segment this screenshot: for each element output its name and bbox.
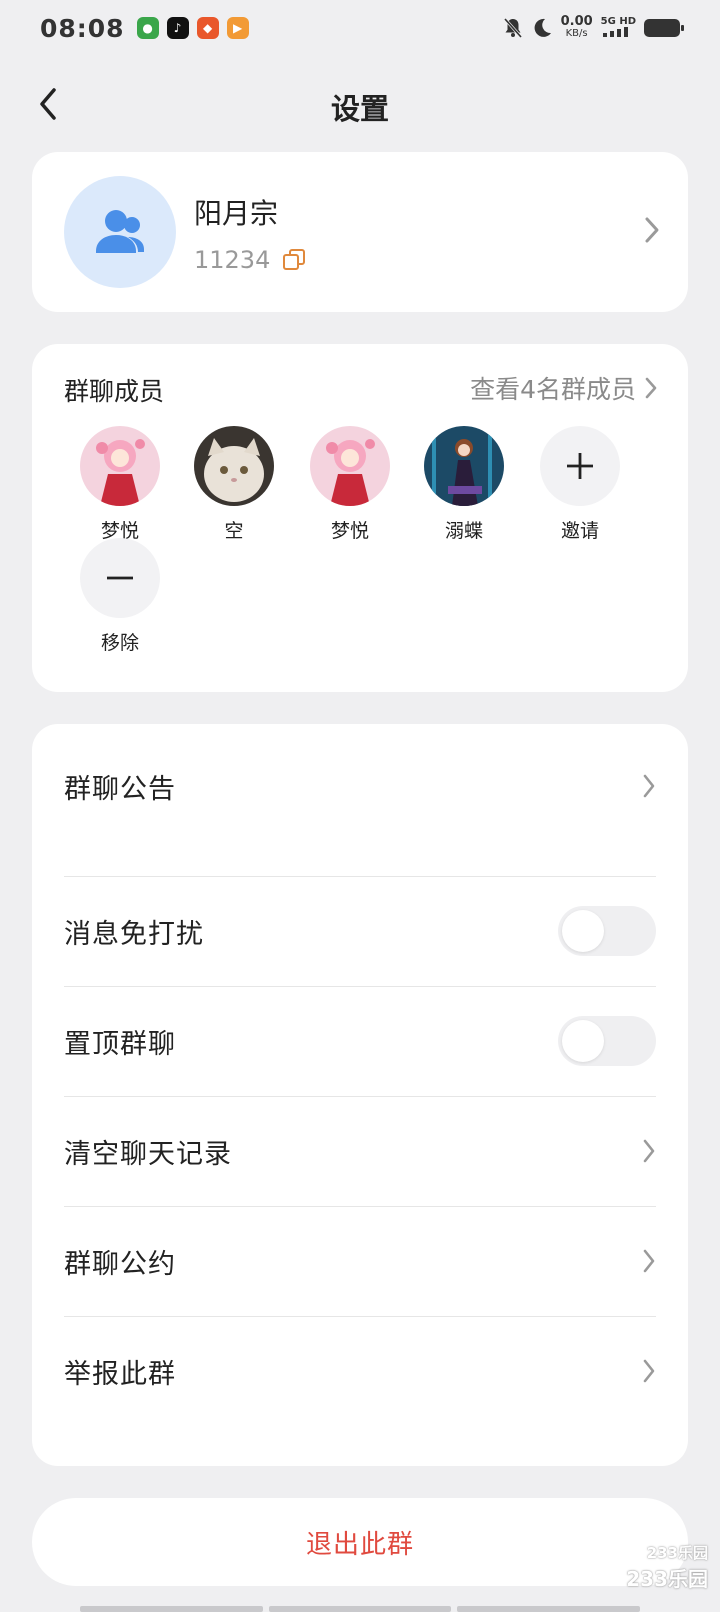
group-avatar	[64, 176, 176, 288]
battery-icon	[644, 19, 684, 37]
plus-icon	[567, 453, 593, 479]
anime-girl-avatar	[310, 426, 390, 506]
group-rules-label: 群聊公约	[64, 1248, 176, 1280]
cat-avatar	[194, 426, 274, 506]
food-app-icon: ◆	[196, 17, 219, 39]
settings-card: 群聊公告 消息免打扰 置顶群聊 清空聊天记录 群聊公约 举报此群	[32, 724, 688, 1466]
view-all-members-link[interactable]: 查看4名群成员	[470, 370, 658, 406]
copy-icon[interactable]	[282, 248, 306, 272]
title-bar: 设置	[0, 70, 720, 140]
chevron-right-icon	[643, 1139, 655, 1163]
report-group-row[interactable]: 举报此群	[64, 1316, 656, 1426]
member-name: 空	[224, 520, 244, 542]
pin-chat-toggle[interactable]	[558, 1016, 656, 1066]
chevron-right-icon	[643, 774, 655, 798]
member-item[interactable]: 梦悦	[300, 426, 400, 543]
remove-member-button[interactable]: 移除	[70, 538, 170, 655]
mute-notifications-toggle[interactable]	[558, 906, 656, 956]
group-name: 阳月宗	[194, 197, 279, 230]
mute-bell-icon	[503, 18, 522, 38]
watermark: 233乐园 233乐园	[626, 1544, 708, 1591]
pin-chat-row: 置顶群聊	[64, 986, 656, 1096]
status-time: 08:08	[40, 13, 125, 43]
dancer-avatar	[424, 426, 504, 506]
group-announcement-label: 群聊公告	[64, 773, 176, 805]
add-icon-wrapper	[540, 426, 620, 506]
moon-icon	[534, 18, 551, 37]
group-announcement-row[interactable]: 群聊公告	[64, 730, 656, 842]
members-section-title: 群聊成员	[64, 377, 165, 406]
group-profile-card[interactable]: 阳月宗 11234	[32, 152, 688, 312]
mute-notifications-label: 消息免打扰	[64, 918, 204, 950]
clear-history-row[interactable]: 清空聊天记录	[64, 1096, 656, 1206]
member-item[interactable]: 空	[184, 426, 284, 543]
page-title: 设置	[330, 92, 389, 126]
chevron-right-icon	[645, 217, 659, 243]
member-name: 溺蝶	[444, 520, 483, 542]
pin-chat-label: 置顶群聊	[64, 1028, 176, 1060]
tiktok-icon: ♪	[166, 17, 189, 39]
group-members-card: 群聊成员 查看4名群成员 梦悦 空 梦悦 溺蝶 邀请 移除	[32, 344, 688, 692]
minus-icon	[107, 576, 133, 580]
anime-girl-avatar	[80, 426, 160, 506]
invite-label: 邀请	[560, 520, 599, 542]
report-group-label: 举报此群	[64, 1358, 176, 1390]
signal-bars-icon	[602, 27, 628, 37]
group-people-icon	[96, 210, 144, 253]
chevron-right-icon	[643, 1359, 655, 1383]
member-item[interactable]: 梦悦	[70, 426, 170, 543]
remove-label: 移除	[100, 632, 139, 654]
status-right-icons: 0.00 KB/s 5G HD	[503, 14, 684, 40]
member-item[interactable]: 溺蝶	[414, 426, 514, 543]
network-speed: 0.00 KB/s	[560, 14, 593, 39]
video-app-icon: ▶	[226, 17, 249, 39]
group-id: 11234	[194, 246, 271, 274]
member-name: 梦悦	[330, 520, 369, 542]
game-app-icon: ●	[136, 17, 159, 39]
mute-notifications-row: 消息免打扰	[64, 876, 656, 986]
invite-member-button[interactable]: 邀请	[530, 426, 630, 543]
exit-group-label: 退出此群	[305, 1529, 414, 1560]
group-rules-row[interactable]: 群聊公约	[64, 1206, 656, 1316]
status-bar: 08:08 ● ♪ ◆ ▶ 0.00 KB/s 5G HD	[0, 0, 720, 56]
clear-history-label: 清空聊天记录	[64, 1138, 232, 1170]
chevron-right-icon	[643, 1249, 655, 1273]
group-id-row: 11234	[194, 246, 306, 274]
home-indicator	[80, 1606, 641, 1612]
chevron-right-icon	[645, 377, 657, 399]
remove-icon-wrapper	[80, 538, 160, 618]
notification-app-icons: ● ♪ ◆ ▶	[136, 17, 249, 39]
exit-group-button[interactable]: 退出此群	[32, 1498, 688, 1586]
signal-indicator: 5G HD	[601, 16, 636, 40]
